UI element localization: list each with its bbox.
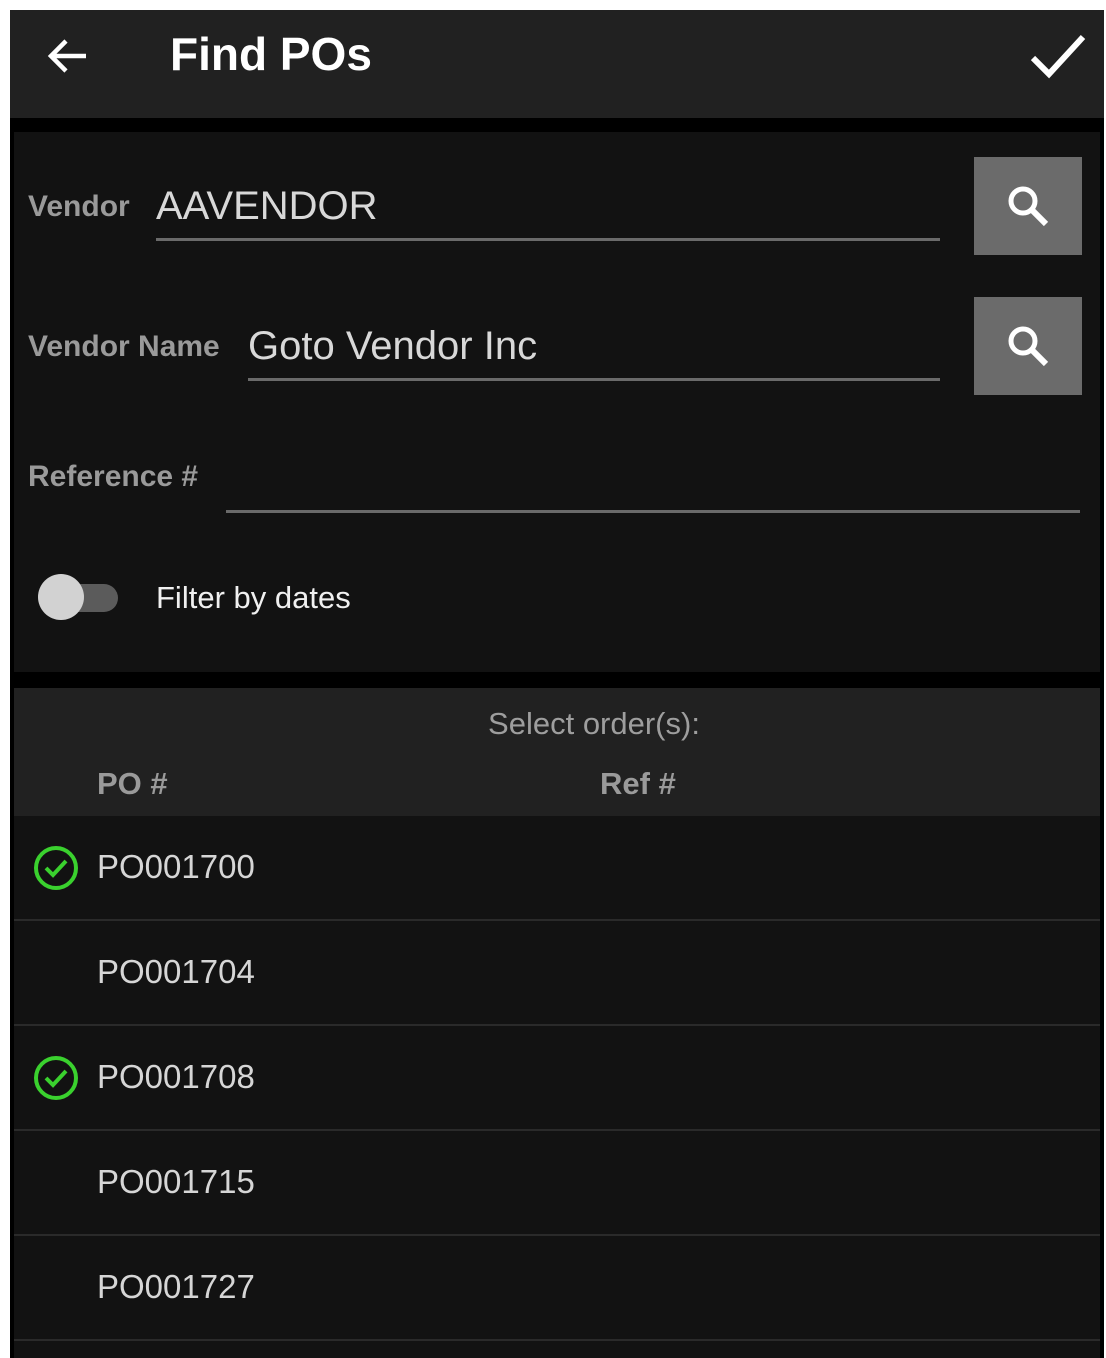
vendor-search-button[interactable] [974,157,1082,255]
app-bar: Find POs [10,10,1104,118]
list-header: Select order(s): PO # Ref # [14,688,1100,816]
vendor-field[interactable]: AAVENDOR [156,182,940,241]
vendor-name-search-button[interactable] [974,297,1082,395]
order-list: Select order(s): PO # Ref # PO001700 PO0… [14,688,1100,1358]
search-icon [1008,326,1049,367]
po-number: PO001704 [97,953,255,990]
search-icon [1008,186,1049,227]
list-caption: Select order(s): [488,706,700,741]
back-button[interactable] [38,26,98,86]
vendor-label: Vendor [28,190,130,223]
reference-field[interactable] [226,454,1080,513]
filter-dates-toggle[interactable] [38,572,118,622]
po-number: PO001715 [97,1163,255,1200]
page-title: Find POs [170,28,372,80]
column-header-po: PO # [97,766,168,801]
vendor-name-label: Vendor Name [28,330,220,363]
table-row[interactable]: PO001727 [14,1236,1100,1341]
reference-label: Reference # [28,460,199,493]
table-row[interactable]: PO001708 [14,1026,1100,1131]
arrow-left-icon [47,39,86,73]
search-form: Vendor AAVENDOR Vendor Name Goto Vendor … [14,132,1100,672]
check-circle-icon [34,846,78,890]
device-screen: Find POs Vendor AAVENDOR Vendor Name Got… [10,10,1104,1358]
confirm-button[interactable] [1026,24,1090,88]
checkmark-icon [1030,34,1086,79]
table-row[interactable]: PO001715 [14,1131,1100,1236]
table-row[interactable]: PO001700 [14,816,1100,921]
po-number: PO001700 [97,848,255,885]
check-circle-icon [34,1056,78,1100]
filter-dates-label: Filter by dates [156,580,351,615]
table-row[interactable]: PO001704 [14,921,1100,1026]
po-number: PO001727 [97,1268,255,1305]
po-number: PO001708 [97,1058,255,1095]
vendor-name-field[interactable]: Goto Vendor Inc [248,322,940,381]
column-header-ref: Ref # [600,766,676,801]
toggle-thumb [38,574,84,620]
